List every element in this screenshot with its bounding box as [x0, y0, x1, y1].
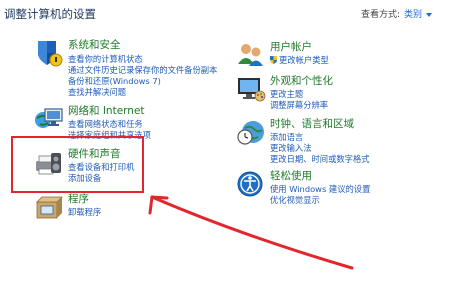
annotation-arrow	[148, 195, 354, 270]
